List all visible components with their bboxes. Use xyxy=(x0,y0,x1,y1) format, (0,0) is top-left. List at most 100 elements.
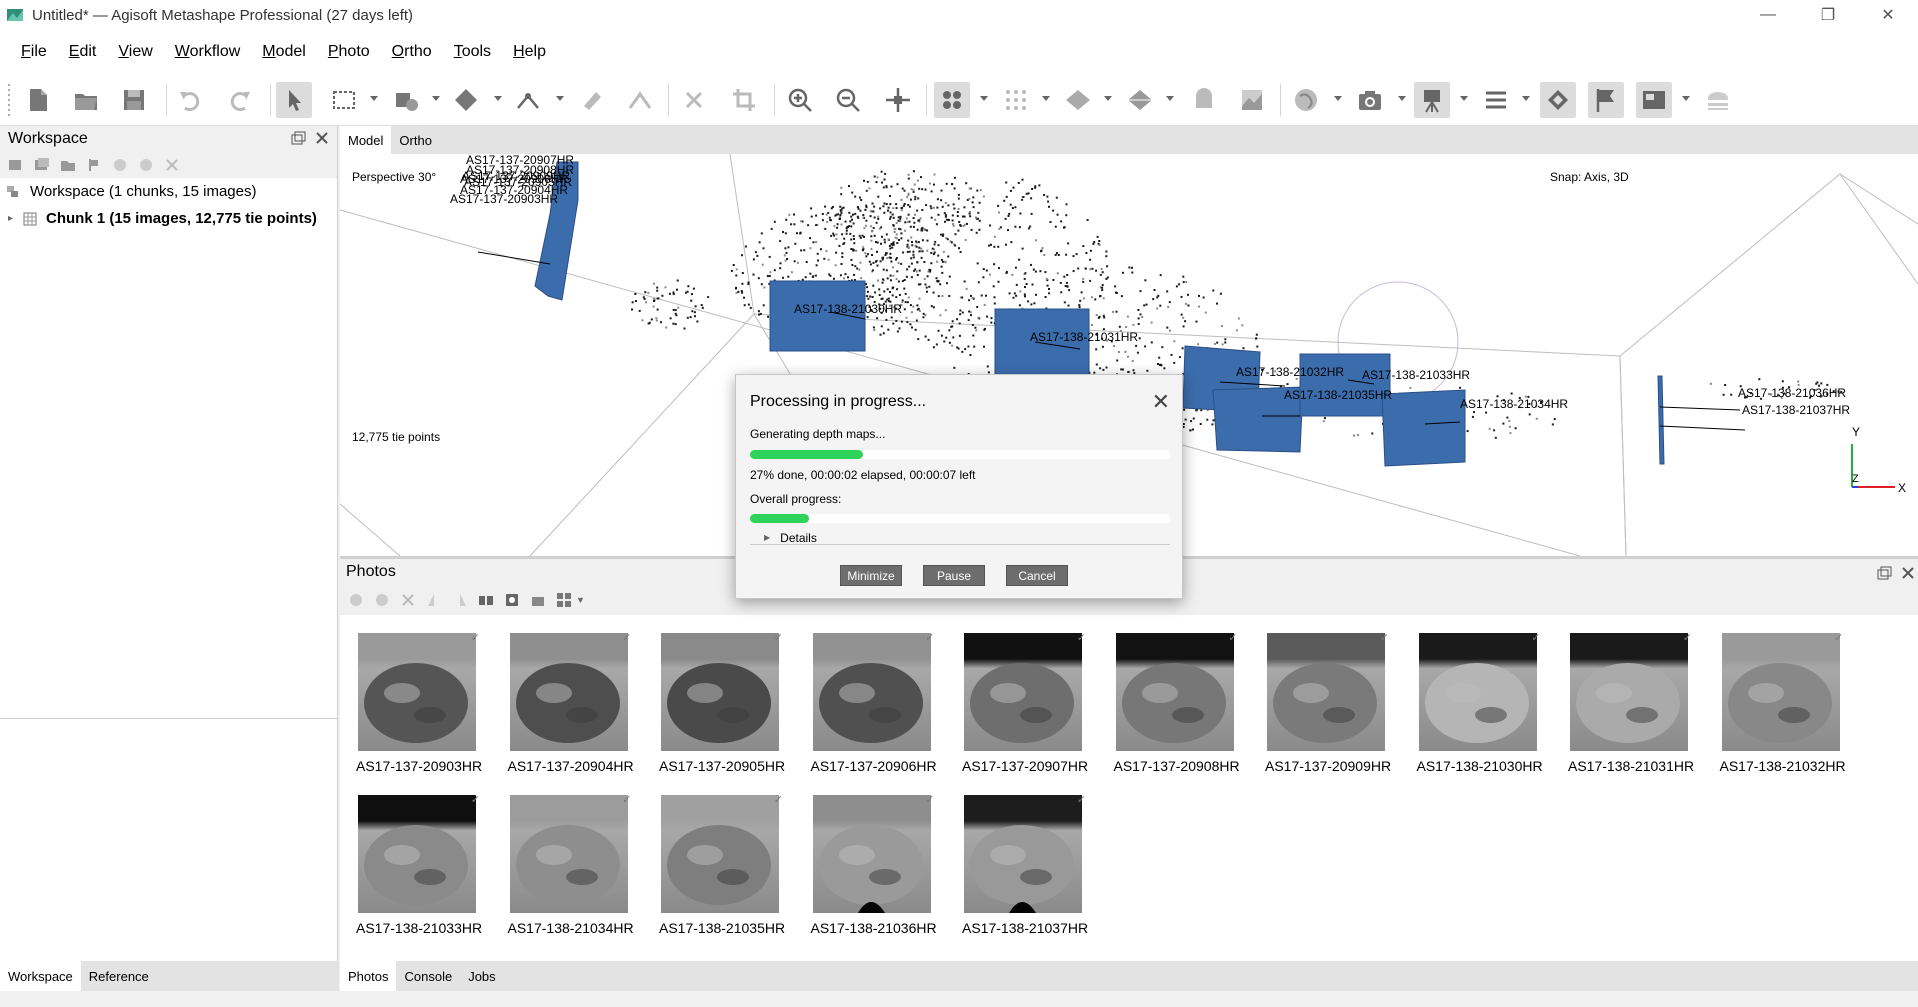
view-mode-icon[interactable] xyxy=(556,592,572,608)
disable-icon[interactable] xyxy=(138,157,154,173)
model-icon[interactable] xyxy=(1122,82,1158,118)
rect-select-icon[interactable] xyxy=(326,82,362,118)
crop-icon[interactable] xyxy=(726,82,762,118)
minimize-window-button[interactable]: — xyxy=(1738,0,1798,30)
camera-rig-icon[interactable] xyxy=(1414,82,1450,118)
tab-reference[interactable]: Reference xyxy=(81,961,157,991)
delete-icon[interactable] xyxy=(676,82,712,118)
undo-icon[interactable] xyxy=(172,82,208,118)
image-icon[interactable] xyxy=(1636,82,1672,118)
photo-thumbnail[interactable]: ✓ AS17-138-21037HR xyxy=(962,794,1088,936)
tab-photos[interactable]: Photos xyxy=(340,961,397,991)
tie-point xyxy=(972,206,975,209)
camera-plane-21036[interactable] xyxy=(1657,375,1665,465)
menu-file[interactable]: File xyxy=(10,43,58,61)
camera-icon[interactable] xyxy=(1352,82,1388,118)
photo-thumbnail[interactable]: ✓ AS17-137-20906HR xyxy=(811,632,937,774)
photo-thumbnail[interactable]: ✓ AS17-137-20905HR xyxy=(659,632,785,774)
mask-icon[interactable] xyxy=(504,592,520,608)
photo-thumbnail[interactable]: ✓ AS17-137-20904HR xyxy=(508,632,634,774)
photo-thumbnail[interactable]: ✓ AS17-137-20903HR xyxy=(356,632,482,774)
photo-thumbnail[interactable]: ✓ AS17-138-21034HR xyxy=(508,794,634,936)
undock-icon[interactable] xyxy=(1876,565,1892,581)
menu-photo[interactable]: Photo xyxy=(317,43,381,61)
tab-model[interactable]: Model xyxy=(340,126,392,154)
close-icon[interactable]: ✕ xyxy=(1152,389,1170,415)
enable-icon[interactable] xyxy=(348,592,364,608)
tab-console[interactable]: Console xyxy=(396,961,460,991)
pause-button[interactable]: Pause xyxy=(923,565,985,586)
close-panel-icon[interactable] xyxy=(1900,565,1916,581)
rotate-right-icon[interactable] xyxy=(452,592,468,608)
menu-view[interactable]: View xyxy=(107,43,163,61)
close-panel-icon[interactable] xyxy=(314,130,330,146)
minimize-button[interactable]: Minimize xyxy=(840,565,902,586)
tiled-icon[interactable] xyxy=(1186,82,1222,118)
add-photos-icon[interactable] xyxy=(34,157,50,173)
dense-cloud-icon[interactable] xyxy=(998,82,1034,118)
flag-icon[interactable] xyxy=(1588,82,1624,118)
menu-ortho[interactable]: Ortho xyxy=(381,43,443,61)
globe-icon[interactable] xyxy=(1288,82,1324,118)
photo-thumbnail[interactable]: ✓ AS17-137-20907HR xyxy=(962,632,1088,774)
redo-icon[interactable] xyxy=(222,82,258,118)
enable-icon[interactable] xyxy=(112,157,128,173)
remove-icon[interactable] xyxy=(164,157,180,173)
photo-thumbnail[interactable]: ✓ AS17-138-21033HR xyxy=(356,794,482,936)
open-icon[interactable] xyxy=(68,82,104,118)
camera-plane-21034[interactable] xyxy=(1381,389,1466,467)
image-mode-icon[interactable] xyxy=(530,592,546,608)
remove-icon[interactable] xyxy=(400,592,416,608)
add-folder-icon[interactable] xyxy=(60,157,76,173)
menu-edit[interactable]: Edit xyxy=(58,43,108,61)
polyline-icon[interactable] xyxy=(622,82,658,118)
workspace-root[interactable]: Workspace (1 chunks, 15 images) xyxy=(0,178,337,205)
reset-view-icon[interactable] xyxy=(880,82,916,118)
rotate-object-icon[interactable] xyxy=(448,82,484,118)
maximize-window-button[interactable]: ❐ xyxy=(1798,0,1858,30)
shape-tool-icon[interactable] xyxy=(1540,82,1576,118)
details-expander[interactable]: ▶ Details xyxy=(750,531,1170,545)
ruler-icon[interactable] xyxy=(510,82,546,118)
dem-icon[interactable] xyxy=(1234,82,1270,118)
photo-thumbnail[interactable]: ✓ AS17-138-21035HR xyxy=(659,794,785,936)
close-window-button[interactable]: ✕ xyxy=(1858,0,1918,30)
stack-icon[interactable] xyxy=(1700,82,1736,118)
photo-thumbnail[interactable]: ✓ AS17-138-21032HR xyxy=(1720,632,1846,774)
menu-model[interactable]: Model xyxy=(251,43,317,61)
menu-icon[interactable] xyxy=(1478,82,1514,118)
disable-icon[interactable] xyxy=(374,592,390,608)
rotate-left-icon[interactable] xyxy=(426,592,442,608)
new-icon[interactable] xyxy=(20,82,56,118)
photo-thumbnail[interactable]: ✓ AS17-138-21031HR xyxy=(1568,632,1694,774)
move-object-icon[interactable] xyxy=(388,82,424,118)
menu-help[interactable]: Help xyxy=(502,43,557,61)
zoom-out-icon[interactable] xyxy=(830,82,866,118)
add-chunk-icon[interactable] xyxy=(8,157,24,173)
camera-plane-21033[interactable] xyxy=(1299,353,1391,417)
photo-thumbnail[interactable]: ✓ AS17-138-21030HR xyxy=(1417,632,1543,774)
add-marker-icon[interactable] xyxy=(86,157,102,173)
view-mode-chevron-icon[interactable]: ▼ xyxy=(576,595,585,605)
expand-chevron-icon[interactable]: ▸ xyxy=(8,213,22,224)
filter-icon[interactable] xyxy=(478,592,494,608)
chunk-row[interactable]: ▸ Chunk 1 (15 images, 12,775 tie points) xyxy=(0,205,337,232)
photo-thumbnail[interactable]: ✓ AS17-138-21036HR xyxy=(811,794,937,936)
menu-workflow[interactable]: Workflow xyxy=(164,43,252,61)
point-cloud-icon[interactable] xyxy=(934,82,970,118)
navigation-icon[interactable] xyxy=(276,82,312,118)
tab-ortho[interactable]: Ortho xyxy=(391,126,440,154)
save-icon[interactable] xyxy=(116,82,152,118)
tab-jobs[interactable]: Jobs xyxy=(460,961,503,991)
photo-thumbnail[interactable]: ✓ AS17-137-20909HR xyxy=(1265,632,1391,774)
tab-workspace[interactable]: Workspace xyxy=(0,961,81,991)
cancel-button[interactable]: Cancel xyxy=(1006,565,1068,586)
mesh-icon[interactable] xyxy=(1060,82,1096,118)
menu-tools[interactable]: Tools xyxy=(443,43,502,61)
photo-thumbnail[interactable]: ✓ AS17-137-20908HR xyxy=(1114,632,1240,774)
camera-plane-21031[interactable] xyxy=(994,308,1090,380)
zoom-in-icon[interactable] xyxy=(782,82,818,118)
undock-icon[interactable] xyxy=(290,130,306,146)
shape-icon[interactable] xyxy=(574,82,610,118)
panel-splitter[interactable] xyxy=(0,718,337,719)
